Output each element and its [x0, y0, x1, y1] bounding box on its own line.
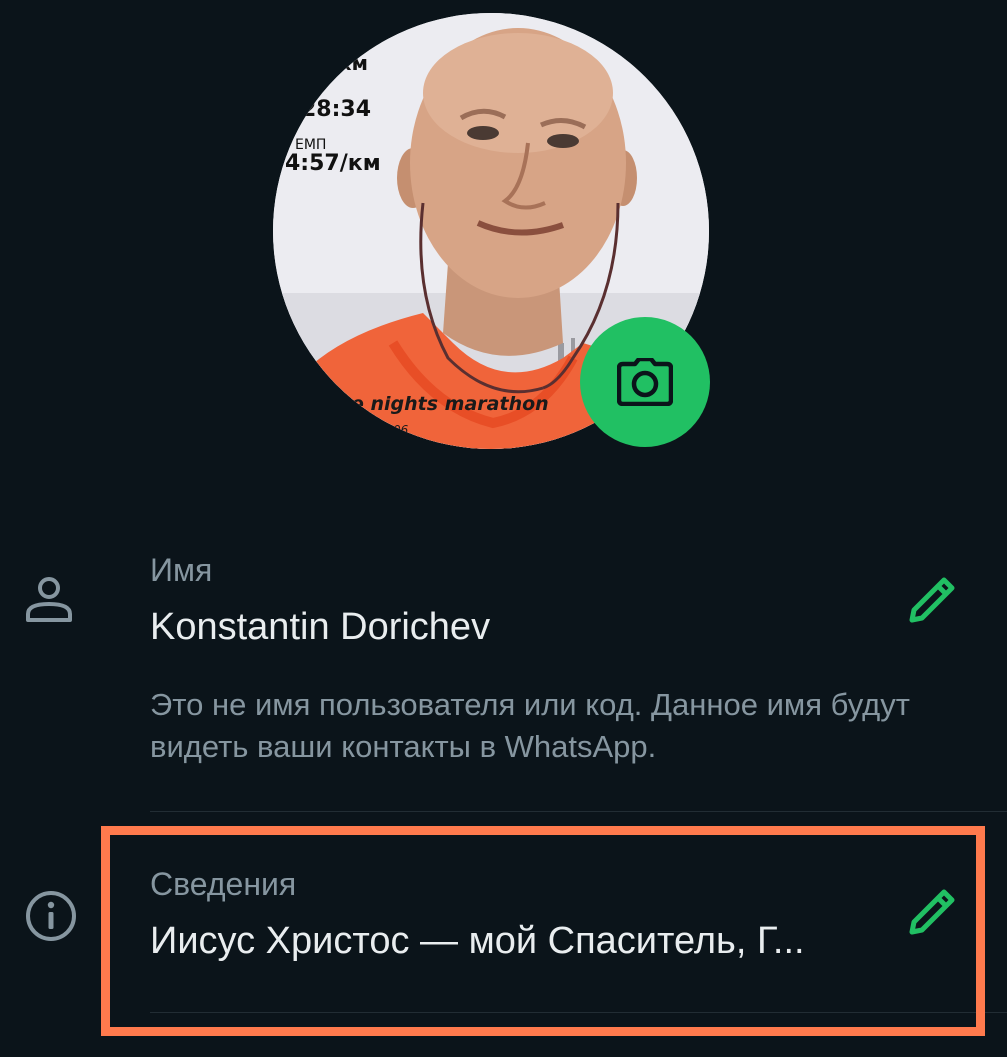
name-value[interactable]: Konstantin Dorichev [150, 606, 490, 649]
section-divider [150, 811, 1007, 812]
section-divider-bottom [150, 1012, 1007, 1013]
info-icon [24, 889, 78, 948]
about-value[interactable]: Иисус Христос — мой Спаситель, Г... [150, 920, 805, 963]
name-label: Имя [150, 552, 213, 588]
profile-screen: км 28:34 ЕМП 4:57/км e nights marathon 0… [0, 0, 1007, 1057]
photo-overlay-line4: 4:57/км [285, 151, 381, 176]
name-hint: Это не имя пользователя или код. Данное … [150, 687, 910, 764]
change-photo-button[interactable] [580, 317, 710, 447]
about-label: Сведения [150, 866, 297, 902]
photo-caption-sub: 06 [393, 423, 409, 437]
photo-overlay-line1: км [338, 51, 368, 75]
photo-caption: e nights marathon [351, 393, 549, 415]
camera-icon [617, 358, 673, 406]
edit-name-pencil-icon[interactable] [904, 572, 960, 628]
photo-overlay-line2: 28:34 [301, 97, 372, 122]
edit-about-pencil-icon[interactable] [904, 884, 960, 940]
person-icon [24, 576, 74, 629]
